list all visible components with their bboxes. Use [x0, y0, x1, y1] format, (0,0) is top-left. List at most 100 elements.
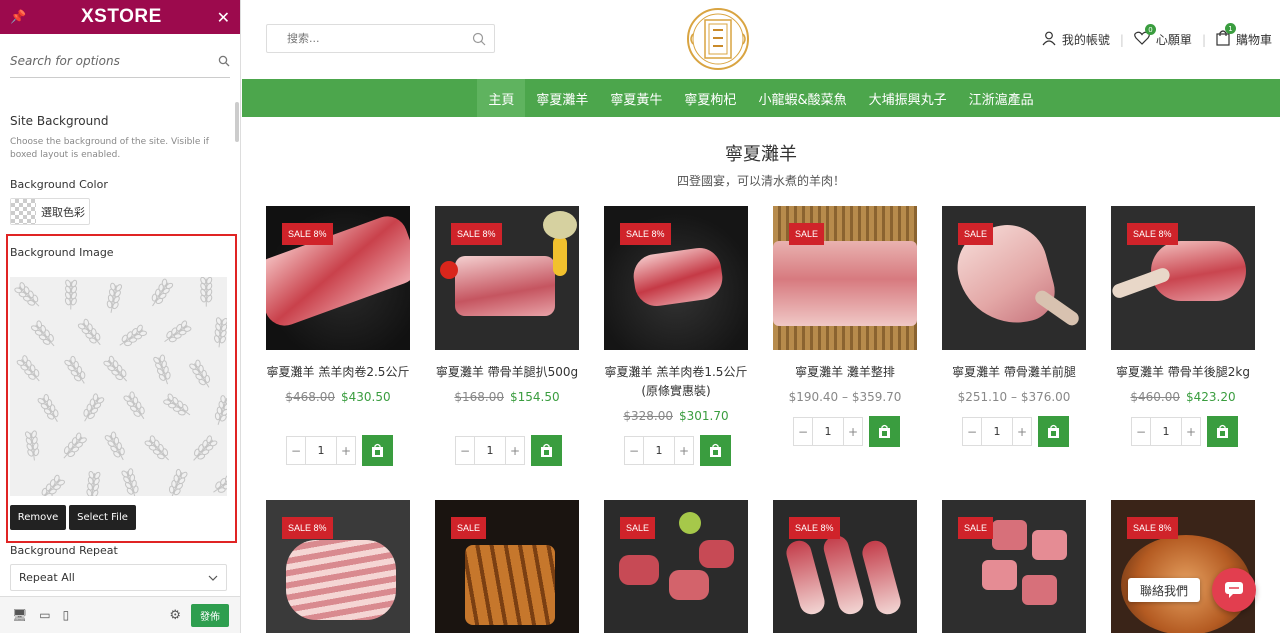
store-preview: 我的帳號 | 0 心願單 | 1 購物車 主頁 寧夏灘羊 寧夏黃牛 寧夏枸杞 小…	[242, 0, 1280, 633]
background-repeat-select[interactable]: Repeat All	[10, 564, 227, 591]
brand-logo: XSTORE	[81, 6, 162, 27]
cart-count-badge: 1	[1224, 23, 1236, 34]
decrease-button[interactable]: −	[456, 444, 474, 458]
decrease-button[interactable]: −	[794, 425, 812, 439]
product-card[interactable]: SALE 8% 寧夏灘羊 帶骨羊後腿2kg $460.00 $423.20	[1111, 206, 1255, 404]
wishlist-link[interactable]: 心願單	[1156, 31, 1192, 48]
store-search-input[interactable]	[287, 32, 457, 45]
account-link[interactable]: 我的帳號	[1062, 31, 1110, 48]
quantity-input[interactable]: 1	[812, 418, 844, 445]
product-price: $168.00 $154.50	[435, 390, 579, 404]
increase-button[interactable]: +	[675, 444, 693, 458]
increase-button[interactable]: +	[506, 444, 524, 458]
close-icon[interactable]: ✕	[217, 8, 230, 27]
increase-button[interactable]: +	[844, 425, 862, 439]
product-card[interactable]: SALE 8%	[1111, 500, 1255, 633]
product-name[interactable]: 寧夏灘羊 羔羊肉卷2.5公斤	[266, 363, 410, 382]
sale-price: $154.50	[510, 390, 560, 404]
sale-price: $423.20	[1186, 390, 1236, 404]
product-name[interactable]: 寧夏灘羊 帶骨灘羊前腿	[942, 363, 1086, 382]
original-price: $468.00	[285, 390, 335, 404]
increase-button[interactable]: +	[1182, 425, 1200, 439]
mobile-preview-icon[interactable]: ▯	[63, 608, 70, 622]
store-logo[interactable]	[685, 6, 751, 72]
add-to-cart-button[interactable]	[700, 435, 731, 466]
product-card[interactable]: SALE 寧夏灘羊 灘羊整排 $190.40 – $359.70	[773, 206, 917, 404]
nav-item-ningxia-goji[interactable]: 寧夏枸杞	[673, 79, 747, 117]
nav-item-home[interactable]: 主頁	[477, 79, 526, 117]
product-image[interactable]: SALE 8%	[1111, 500, 1255, 633]
shopping-bag-icon[interactable]: 1	[1216, 23, 1236, 49]
chat-button[interactable]	[1212, 568, 1256, 612]
product-image[interactable]: SALE	[773, 206, 917, 350]
cart-link[interactable]: 購物車	[1236, 31, 1272, 48]
product-image[interactable]: SALE	[942, 206, 1086, 350]
decrease-button[interactable]: −	[963, 425, 981, 439]
product-name[interactable]: 寧夏灘羊 羔羊肉卷1.5公斤(原條實惠裝)	[604, 363, 748, 401]
gear-icon[interactable]: ⚙	[169, 608, 181, 623]
increase-button[interactable]: +	[1013, 425, 1031, 439]
sale-badge: SALE 8%	[282, 517, 333, 539]
heart-icon[interactable]: 0	[1134, 24, 1156, 48]
product-image[interactable]: SALE 8%	[435, 206, 579, 350]
product-card[interactable]: SALE 8%	[266, 500, 410, 633]
search-icon[interactable]	[472, 32, 486, 46]
product-image[interactable]: SALE	[942, 500, 1086, 633]
contact-us-label[interactable]: 聯絡我們	[1128, 578, 1201, 602]
product-card[interactable]: SALE	[942, 500, 1086, 633]
options-search-input[interactable]	[10, 53, 190, 68]
product-card[interactable]: SALE 8% 寧夏灘羊 帶骨羊腿扒500g $168.00 $154.50	[435, 206, 579, 404]
product-image[interactable]: SALE 8%	[604, 206, 748, 350]
nav-item-ningxia-beef[interactable]: 寧夏黃牛	[599, 79, 673, 117]
add-to-cart-button[interactable]	[362, 435, 393, 466]
search-icon[interactable]	[218, 55, 230, 67]
quantity-input[interactable]: 1	[305, 437, 337, 464]
quantity-input[interactable]: 1	[643, 437, 675, 464]
sale-badge: SALE	[958, 517, 994, 539]
product-card[interactable]: SALE 8% 寧夏灘羊 羔羊肉卷2.5公斤 $468.00 $430.50	[266, 206, 410, 404]
desktop-preview-icon[interactable]: 🖥	[12, 608, 27, 622]
color-picker-button[interactable]: 選取色彩	[10, 198, 90, 225]
product-card[interactable]: SALE 8%	[773, 500, 917, 633]
sale-badge: SALE 8%	[282, 223, 333, 245]
decrease-button[interactable]: −	[287, 444, 305, 458]
product-price: $328.00 $301.70	[604, 409, 748, 423]
increase-button[interactable]: +	[337, 444, 355, 458]
decrease-button[interactable]: −	[625, 444, 643, 458]
tablet-preview-icon[interactable]: ▭	[39, 608, 50, 622]
product-card[interactable]: SALE	[604, 500, 748, 633]
add-to-cart-button[interactable]	[531, 435, 562, 466]
product-card[interactable]: SALE 寧夏灘羊 帶骨灘羊前腿 $251.10 – $376.00	[942, 206, 1086, 404]
product-image[interactable]: SALE	[604, 500, 748, 633]
quantity-input[interactable]: 1	[474, 437, 506, 464]
product-image[interactable]: SALE 8%	[1111, 206, 1255, 350]
product-name[interactable]: 寧夏灘羊 帶骨羊腿扒500g	[435, 363, 579, 382]
add-to-cart-button[interactable]	[1207, 416, 1238, 447]
product-card[interactable]: SALE	[435, 500, 579, 633]
nav-item-meatballs[interactable]: 大埔振興丸子	[858, 79, 958, 117]
product-image[interactable]: SALE 8%	[266, 500, 410, 633]
nav-item-ningxia-lamb[interactable]: 寧夏灘羊	[525, 79, 599, 117]
background-image-preview[interactable]	[10, 277, 227, 496]
add-to-cart-button[interactable]	[1038, 416, 1069, 447]
nav-item-jiangzhe[interactable]: 江浙滬產品	[958, 79, 1045, 117]
product-name[interactable]: 寧夏灘羊 帶骨羊後腿2kg	[1111, 363, 1255, 382]
quantity-input[interactable]: 1	[1150, 418, 1182, 445]
quantity-input[interactable]: 1	[981, 418, 1013, 445]
pin-icon[interactable]: 📌	[10, 10, 26, 25]
remove-image-button[interactable]: Remove	[10, 505, 66, 530]
product-price: $190.40 – $359.70	[773, 390, 917, 404]
product-image[interactable]: SALE	[435, 500, 579, 633]
select-file-button[interactable]: Select File	[69, 505, 136, 530]
product-card[interactable]: SALE 8% 寧夏灘羊 羔羊肉卷1.5公斤(原條實惠裝) $328.00 $30…	[604, 206, 748, 423]
product-image[interactable]: SALE 8%	[773, 500, 917, 633]
user-icon[interactable]	[1042, 31, 1056, 49]
add-to-cart-button[interactable]	[869, 416, 900, 447]
publish-button[interactable]: 發佈	[191, 603, 229, 627]
sidebar-scrollbar[interactable]	[235, 102, 239, 142]
decrease-button[interactable]: −	[1132, 425, 1150, 439]
color-picker-label: 選取色彩	[41, 205, 85, 219]
product-image[interactable]: SALE 8%	[266, 206, 410, 350]
nav-item-crayfish[interactable]: 小龍蝦&酸菜魚	[747, 79, 857, 117]
product-name[interactable]: 寧夏灘羊 灘羊整排	[773, 363, 917, 382]
